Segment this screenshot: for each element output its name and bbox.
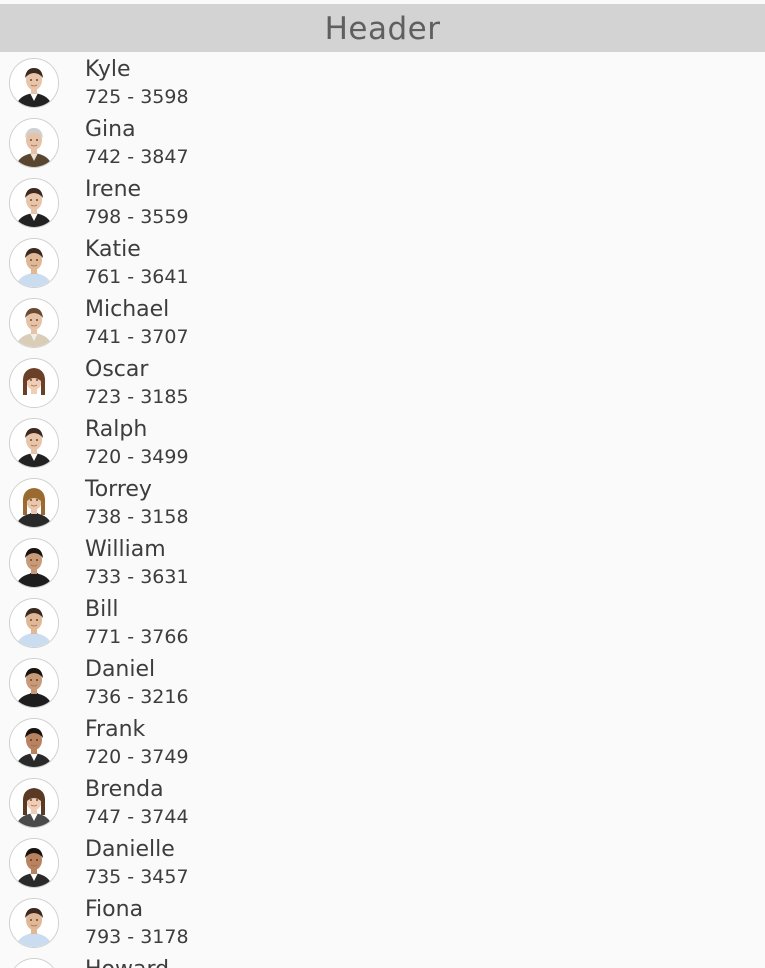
contact-list[interactable]: Kyle 725 - 3598 Gina 742 - 3847 Irene 798 -… [0,53,765,968]
contact-name: Kyle [85,57,131,82]
contact-name: Michael [85,297,170,322]
contact-phone: 720 - 3499 [85,446,189,468]
contact-name: Bill [85,597,119,622]
header-bar: Header [0,4,765,52]
contact-phone: 747 - 3744 [85,806,189,828]
avatar [9,538,59,588]
contact-phone: 771 - 3766 [85,626,189,648]
avatar [9,178,59,228]
contact-name: William [85,537,166,562]
avatar [9,658,59,708]
avatar [9,778,59,828]
contact-phone: 761 - 3641 [85,266,189,288]
contact-list-item[interactable]: Gina 742 - 3847 [0,113,765,173]
contact-phone: 793 - 3178 [85,926,189,948]
contact-list-item[interactable]: Oscar 723 - 3185 [0,353,765,413]
contact-list-item[interactable]: Michael 741 - 3707 [0,293,765,353]
contact-name: Brenda [85,777,164,802]
contact-list-item[interactable]: Torrey 738 - 3158 [0,473,765,533]
contact-name: Danielle [85,837,175,862]
contact-phone: 798 - 3559 [85,206,189,228]
avatar [9,718,59,768]
contact-name: Katie [85,237,141,262]
contact-list-item[interactable]: Brenda 747 - 3744 [0,773,765,833]
contact-list-item[interactable]: Daniel 736 - 3216 [0,653,765,713]
contact-list-item[interactable]: Danielle 735 - 3457 [0,833,765,893]
contact-phone: 725 - 3598 [85,86,189,108]
avatar [9,238,59,288]
contact-list-item[interactable]: Howard [0,953,765,968]
contact-list-item[interactable]: Katie 761 - 3641 [0,233,765,293]
contact-name: Ralph [85,417,148,442]
contact-name: Gina [85,117,136,142]
contact-list-item[interactable]: Fiona 793 - 3178 [0,893,765,953]
contact-name: Fiona [85,897,144,922]
contact-list-item[interactable]: Bill 771 - 3766 [0,593,765,653]
contacts-screen: Header Kyle 725 - 3598 Gina 742 - 3847 I… [0,0,765,968]
contact-phone: 738 - 3158 [85,506,189,528]
avatar [9,118,59,168]
contact-phone: 742 - 3847 [85,146,189,168]
avatar [9,898,59,948]
contact-name: Howard [85,957,169,968]
avatar [9,58,59,108]
avatar [9,478,59,528]
contact-phone: 736 - 3216 [85,686,189,708]
contact-list-item[interactable]: Ralph 720 - 3499 [0,413,765,473]
contact-name: Frank [85,717,146,742]
avatar [9,958,59,968]
contact-name: Daniel [85,657,156,682]
contact-name: Oscar [85,357,149,382]
contact-phone: 733 - 3631 [85,566,189,588]
contact-phone: 720 - 3749 [85,746,189,768]
avatar [9,598,59,648]
contact-name: Irene [85,177,142,202]
contact-list-item[interactable]: William 733 - 3631 [0,533,765,593]
contact-list-item[interactable]: Frank 720 - 3749 [0,713,765,773]
contact-list-item[interactable]: Irene 798 - 3559 [0,173,765,233]
contact-phone: 741 - 3707 [85,326,189,348]
avatar [9,358,59,408]
header-title: Header [324,11,441,47]
avatar [9,418,59,468]
contact-name: Torrey [85,477,152,502]
contact-phone: 723 - 3185 [85,386,189,408]
avatar [9,298,59,348]
contact-phone: 735 - 3457 [85,866,189,888]
avatar [9,838,59,888]
contact-list-item[interactable]: Kyle 725 - 3598 [0,53,765,113]
